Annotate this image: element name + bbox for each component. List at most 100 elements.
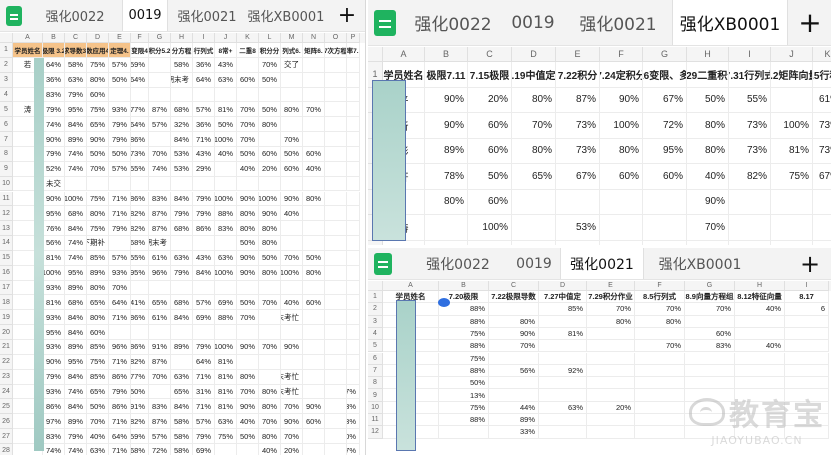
score-cell[interactable]: 80% xyxy=(512,138,556,164)
score-cell[interactable]: 57% xyxy=(109,57,131,73)
score-cell[interactable]: 70% xyxy=(259,295,281,311)
score-cell[interactable] xyxy=(347,310,360,326)
header-cell[interactable]: 分方程 xyxy=(171,43,193,58)
score-cell[interactable]: 79% xyxy=(193,429,215,444)
score-cell[interactable]: 60% xyxy=(87,87,109,103)
score-cell[interactable]: 80% xyxy=(259,265,281,281)
score-cell[interactable] xyxy=(771,87,813,113)
score-cell[interactable]: 44% xyxy=(489,401,539,414)
row-number[interactable]: 2 xyxy=(0,57,13,73)
score-cell[interactable] xyxy=(785,364,829,378)
header-cell[interactable]: 7.22积分 xyxy=(556,62,600,88)
row-number[interactable]: 2 xyxy=(368,303,383,316)
score-cell[interactable]: 72% xyxy=(643,113,687,139)
score-cell[interactable]: 50% xyxy=(215,117,237,133)
row-number[interactable]: 10 xyxy=(0,176,13,192)
column-letter[interactable] xyxy=(368,281,383,291)
sheet-tab[interactable]: 0019 xyxy=(122,0,168,31)
score-cell[interactable]: 80% xyxy=(600,138,643,164)
score-cell[interactable] xyxy=(771,240,813,245)
score-cell[interactable]: 90% xyxy=(687,189,729,215)
score-cell[interactable]: 74% xyxy=(65,146,87,162)
score-cell[interactable]: 100% xyxy=(281,265,303,281)
score-cell[interactable] xyxy=(468,240,512,245)
sheet-doc-icon[interactable] xyxy=(6,6,22,26)
row-number[interactable]: 9 xyxy=(368,389,383,402)
score-cell[interactable] xyxy=(347,102,360,118)
column-letter[interactable]: E xyxy=(587,281,635,291)
score-cell[interactable] xyxy=(813,241,831,246)
score-cell[interactable]: 84% xyxy=(171,310,193,326)
score-cell[interactable]: 77% xyxy=(131,369,149,385)
score-cell[interactable]: 77% xyxy=(131,102,149,118)
score-cell[interactable] xyxy=(87,176,109,192)
score-cell[interactable]: 89% xyxy=(87,265,109,281)
score-cell[interactable]: 90% xyxy=(281,414,303,430)
row-number[interactable]: 12 xyxy=(368,426,383,439)
score-cell[interactable]: 70% xyxy=(87,414,109,430)
score-cell[interactable]: 91% xyxy=(131,399,149,415)
header-cell[interactable]: 7.29二重积分 xyxy=(687,62,729,88)
row-number[interactable]: 6 xyxy=(368,352,383,365)
score-cell[interactable] xyxy=(347,265,360,281)
score-cell[interactable] xyxy=(149,176,171,192)
score-cell[interactable]: 68% xyxy=(171,295,193,311)
score-cell[interactable] xyxy=(215,87,237,103)
score-cell[interactable] xyxy=(813,215,831,241)
score-cell[interactable]: 72% xyxy=(149,443,171,455)
score-cell[interactable]: 60% xyxy=(281,161,303,177)
score-cell[interactable]: 80% xyxy=(237,369,259,385)
score-cell[interactable]: 63% xyxy=(539,401,587,414)
score-cell[interactable]: 80% xyxy=(87,72,109,88)
row-number[interactable]: 3 xyxy=(0,72,13,88)
score-cell[interactable] xyxy=(347,87,360,103)
score-cell[interactable]: 87% xyxy=(149,206,171,222)
score-cell[interactable]: 75% xyxy=(771,164,813,190)
score-cell[interactable] xyxy=(171,236,193,251)
score-cell[interactable]: 63% xyxy=(171,369,193,385)
score-cell[interactable]: 70% xyxy=(281,399,303,415)
score-cell[interactable]: 57% xyxy=(149,117,171,133)
header-cell[interactable]: 变限4 xyxy=(131,43,149,58)
score-cell[interactable]: 57% xyxy=(149,429,171,444)
column-letter[interactable]: A xyxy=(383,47,425,62)
score-cell[interactable]: 79% xyxy=(193,340,215,355)
score-cell[interactable]: 40% xyxy=(87,429,109,444)
score-cell[interactable]: 87% xyxy=(149,354,171,370)
score-cell[interactable] xyxy=(325,280,347,296)
score-cell[interactable] xyxy=(325,384,347,400)
score-cell[interactable]: 64% xyxy=(193,354,215,370)
header-cell[interactable]: 8常+ xyxy=(215,43,237,58)
score-cell[interactable] xyxy=(259,132,281,147)
score-cell[interactable] xyxy=(347,250,360,266)
score-cell[interactable] xyxy=(193,325,215,340)
score-cell[interactable]: 65% xyxy=(512,164,556,190)
score-cell[interactable]: 70% xyxy=(237,102,259,118)
score-cell[interactable]: 50% xyxy=(131,384,149,400)
score-cell[interactable] xyxy=(303,87,325,103)
score-cell[interactable] xyxy=(303,310,325,326)
score-cell[interactable]: 63% xyxy=(87,443,109,455)
score-cell[interactable]: 交了 xyxy=(281,57,303,73)
score-cell[interactable]: 76% xyxy=(43,221,65,237)
score-cell[interactable]: 90% xyxy=(281,340,303,355)
score-cell[interactable]: 100% xyxy=(43,265,65,281)
score-cell[interactable] xyxy=(425,215,468,241)
score-cell[interactable]: 60% xyxy=(685,327,735,341)
row-number[interactable]: 8 xyxy=(368,377,383,390)
score-cell[interactable]: 79% xyxy=(109,132,131,147)
score-cell[interactable] xyxy=(347,191,360,207)
score-cell[interactable]: 20% xyxy=(281,443,303,455)
score-cell[interactable] xyxy=(303,443,325,455)
header-cell[interactable]: 数应用4 xyxy=(87,43,109,58)
score-cell[interactable] xyxy=(771,215,813,241)
score-cell[interactable]: 50% xyxy=(259,102,281,118)
score-cell[interactable] xyxy=(587,352,635,365)
score-cell[interactable] xyxy=(325,414,347,430)
column-letter[interactable]: G xyxy=(643,47,687,62)
score-cell[interactable] xyxy=(635,401,685,414)
score-cell[interactable]: 95% xyxy=(131,265,149,281)
score-cell[interactable] xyxy=(237,176,259,192)
column-letter[interactable]: D xyxy=(512,47,556,62)
score-cell[interactable]: 36% xyxy=(193,57,215,73)
